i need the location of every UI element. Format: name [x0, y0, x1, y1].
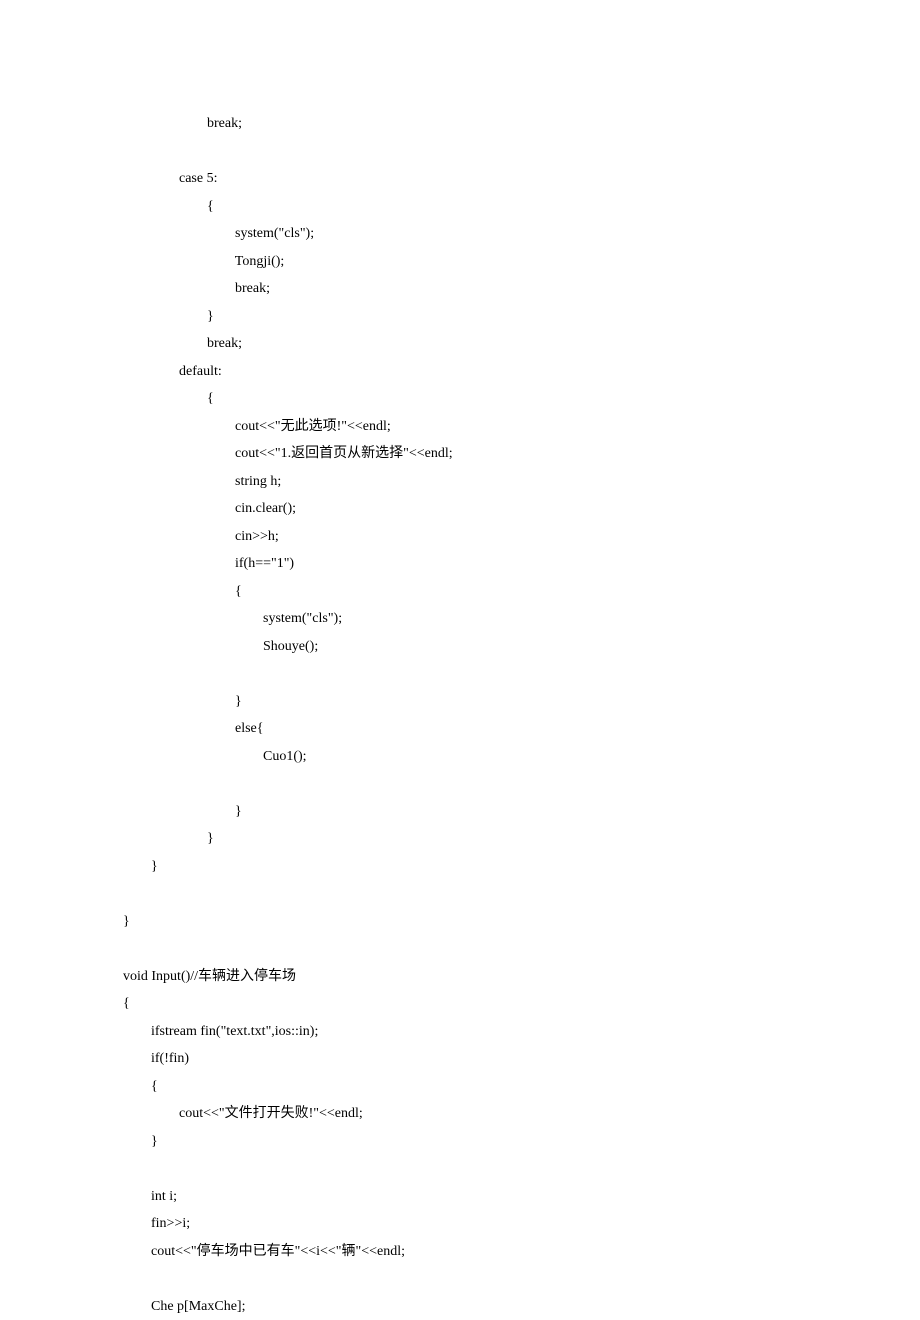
code-line	[123, 880, 920, 908]
code-line: cout<<"1.返回首页从新选择"<<endl;	[123, 440, 920, 468]
code-line: ifstream fin("text.txt",ios::in);	[123, 1018, 920, 1046]
code-line: cout<<"文件打开失败!"<<endl;	[123, 1100, 920, 1128]
code-line: Shouye();	[123, 633, 920, 661]
code-line: default:	[123, 358, 920, 386]
code-line: system("cls");	[123, 220, 920, 248]
code-line: {	[123, 1073, 920, 1101]
code-line: }	[123, 908, 920, 936]
code-line	[123, 1155, 920, 1183]
code-line: Tongji();	[123, 248, 920, 276]
code-line: else{	[123, 715, 920, 743]
code-line: int i;	[123, 1183, 920, 1211]
code-line: }	[123, 825, 920, 853]
code-line	[123, 770, 920, 798]
code-line: break;	[123, 330, 920, 358]
code-line: {	[123, 990, 920, 1018]
code-line: break;	[123, 275, 920, 303]
code-line: cout<<"无此选项!"<<endl;	[123, 413, 920, 441]
code-line: }	[123, 688, 920, 716]
code-line: break;	[123, 110, 920, 138]
code-line: system("cls");	[123, 605, 920, 633]
code-line: if(!fin)	[123, 1045, 920, 1073]
code-line: if(h=="1")	[123, 550, 920, 578]
code-line: cout<<"停车场中已有车"<<i<<"辆"<<endl;	[123, 1238, 920, 1266]
code-line	[123, 660, 920, 688]
code-line: fin>>i;	[123, 1210, 920, 1238]
code-line	[123, 138, 920, 166]
code-line: {	[123, 193, 920, 221]
code-line: case 5:	[123, 165, 920, 193]
code-page: break; case 5: { system("cls"); Tongji()…	[0, 0, 920, 1320]
code-line: }	[123, 1128, 920, 1156]
code-line: }	[123, 303, 920, 331]
code-block: break; case 5: { system("cls"); Tongji()…	[123, 110, 920, 1320]
code-line: }	[123, 798, 920, 826]
code-line	[123, 935, 920, 963]
code-line	[123, 1265, 920, 1293]
code-line: Che p[MaxChe];	[123, 1293, 920, 1320]
code-line: }	[123, 853, 920, 881]
code-line: {	[123, 385, 920, 413]
code-line: cin.clear();	[123, 495, 920, 523]
code-line: string h;	[123, 468, 920, 496]
code-line: Cuo1();	[123, 743, 920, 771]
code-line: cin>>h;	[123, 523, 920, 551]
code-line: {	[123, 578, 920, 606]
code-line: void Input()//车辆进入停车场	[123, 963, 920, 991]
